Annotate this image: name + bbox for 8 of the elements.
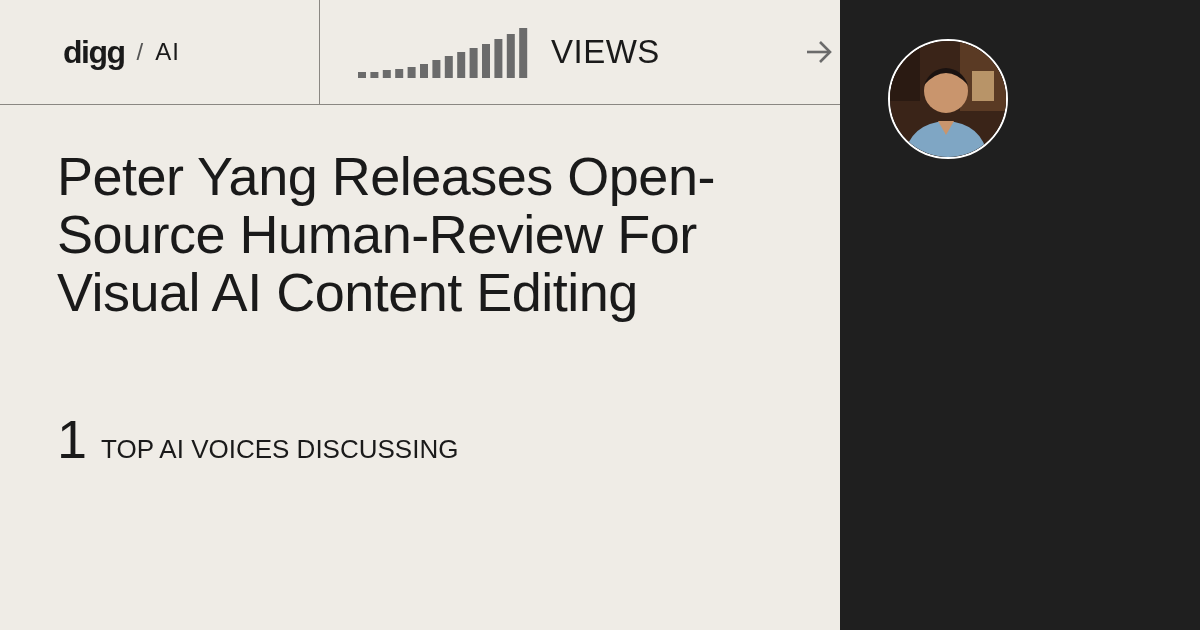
views-label: VIEWS	[551, 32, 660, 73]
voices-label: TOP AI VOICES DISCUSSING	[101, 433, 459, 466]
digg-logo[interactable]: digg	[63, 28, 125, 76]
section-label[interactable]: AI	[155, 34, 180, 70]
breadcrumb-separator: /	[136, 37, 144, 67]
headline: Peter Yang Releases Open-Source Human-Review For Visual AI Content Editing	[57, 147, 716, 321]
voices-count: 1	[57, 408, 88, 471]
arrow-right-icon[interactable]	[806, 41, 832, 63]
